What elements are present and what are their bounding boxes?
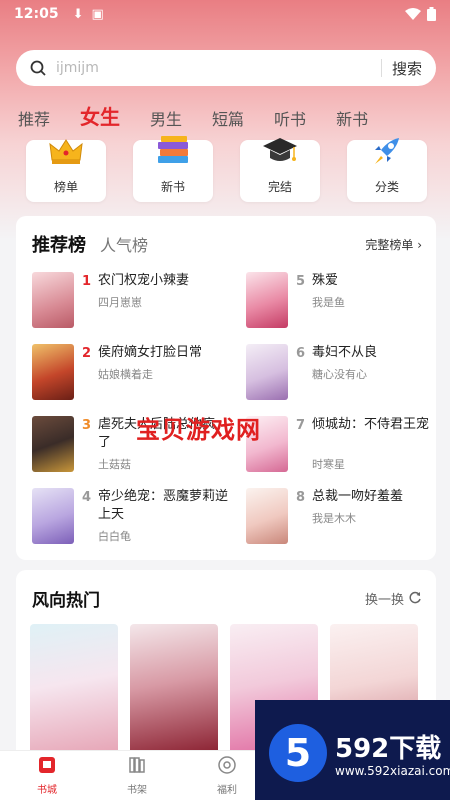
promo-url: www.592xiazai.com bbox=[335, 764, 450, 778]
category-completed[interactable]: 完结 bbox=[240, 138, 320, 202]
book-title: 帝少绝宠：恶魔萝莉逆上天 bbox=[98, 489, 229, 522]
rank-number: 7 bbox=[296, 418, 306, 433]
notification-icon: ▣ bbox=[91, 6, 104, 22]
book-title: 毒妇不从良 bbox=[312, 345, 378, 360]
category-label: 完结 bbox=[267, 180, 292, 194]
category-classify[interactable]: 分类 bbox=[347, 138, 427, 202]
book-author: 我是鱼 bbox=[312, 296, 345, 309]
refresh-button[interactable]: 换一换 bbox=[365, 589, 422, 608]
search-input[interactable]: ijmijm bbox=[56, 60, 381, 76]
book-author: 姑娘横着走 bbox=[98, 368, 153, 381]
tab-new[interactable]: 新书 bbox=[336, 106, 368, 130]
promo-logo: 5 bbox=[269, 724, 327, 782]
book-author: 时寒星 bbox=[312, 458, 345, 471]
category-label: 分类 bbox=[374, 180, 399, 194]
ranking-book[interactable]: 8 总裁一吻好羞羞 我是木木 bbox=[246, 488, 446, 544]
refresh-icon bbox=[409, 591, 421, 604]
rank-number: 6 bbox=[296, 346, 306, 361]
tab-short[interactable]: 短篇 bbox=[212, 106, 244, 130]
crown-icon bbox=[49, 139, 83, 164]
book-author: 土菇菇 bbox=[98, 458, 131, 471]
tab-audio[interactable]: 听书 bbox=[274, 106, 306, 130]
book-author: 糖心没有心 bbox=[312, 368, 367, 381]
rank-number: 2 bbox=[82, 346, 92, 361]
search-divider bbox=[380, 59, 382, 77]
nav-label: 书城 bbox=[37, 785, 57, 796]
trending-book-cover[interactable] bbox=[30, 624, 118, 754]
category-new-books[interactable]: 新书 bbox=[133, 136, 213, 202]
rank-number: 1 bbox=[82, 274, 92, 289]
book-cover bbox=[32, 416, 74, 472]
ranking-book[interactable]: 1 农门权宠小辣妻 四月崽崽 bbox=[32, 272, 232, 328]
book-author: 白白龟 bbox=[98, 530, 131, 543]
category-ranking[interactable]: 榜单 bbox=[26, 139, 106, 202]
book-cover bbox=[246, 488, 288, 544]
book-title: 总裁一吻好羞羞 bbox=[312, 489, 404, 504]
rank-number: 4 bbox=[82, 490, 92, 505]
book-title: 殊爱 bbox=[312, 273, 339, 288]
category-shortcuts: 榜单 新书 完结 分类 bbox=[0, 136, 450, 206]
graduation-cap-icon bbox=[263, 138, 297, 161]
ranking-book[interactable]: 4 帝少绝宠：恶魔萝莉逆上天 白白龟 bbox=[32, 488, 232, 544]
book-cover bbox=[246, 272, 288, 328]
ranking-book[interactable]: 6 毒妇不从良 糖心没有心 bbox=[246, 344, 446, 400]
nav-label: 福利 bbox=[217, 785, 237, 796]
books-stack-icon bbox=[158, 136, 188, 163]
download-icon: ⬇ bbox=[72, 6, 84, 22]
search-button[interactable]: 搜索 bbox=[392, 58, 422, 79]
refresh-label: 换一换 bbox=[364, 592, 404, 608]
watermark-text: 宝贝游戏网 bbox=[136, 416, 261, 444]
status-bar: 12:05 ⬇ ▣ bbox=[0, 0, 450, 28]
status-time: 12:05 bbox=[14, 6, 59, 22]
rank-number: 8 bbox=[296, 490, 306, 505]
category-label: 新书 bbox=[160, 180, 185, 194]
channel-tabs: 推荐 女生 男生 短篇 听书 新书 bbox=[0, 98, 450, 130]
trending-header: 风向热门 换一换 bbox=[32, 586, 422, 611]
battery-icon bbox=[427, 7, 436, 21]
category-label: 榜单 bbox=[53, 180, 78, 194]
ranking-book[interactable]: 7 倾城劫：不侍君王宠 时寒星 bbox=[246, 416, 446, 472]
rank-number: 5 bbox=[296, 274, 306, 289]
tab-recommend[interactable]: 推荐 bbox=[18, 106, 50, 130]
bookshelf-icon bbox=[129, 757, 145, 773]
wifi-icon bbox=[405, 8, 421, 20]
full-ranking-label: 完整榜单 bbox=[365, 237, 414, 252]
welfare-icon bbox=[218, 756, 236, 774]
book-title: 倾城劫：不侍君王宠 bbox=[312, 417, 430, 432]
nav-label: 书架 bbox=[127, 785, 147, 796]
nav-bookstore[interactable]: 书城 bbox=[17, 755, 77, 796]
tab-popular-rank[interactable]: 人气榜 bbox=[100, 232, 148, 256]
chevron-right-icon: › bbox=[417, 237, 422, 252]
rank-number: 3 bbox=[82, 418, 92, 433]
full-ranking-link[interactable]: 完整榜单 › bbox=[365, 236, 422, 253]
book-cover bbox=[246, 344, 288, 400]
nav-welfare[interactable]: 福利 bbox=[197, 755, 257, 796]
trending-book-cover[interactable] bbox=[130, 624, 218, 754]
search-bar[interactable]: ijmijm 搜索 bbox=[16, 50, 436, 86]
trending-title: 风向热门 bbox=[32, 590, 100, 611]
promo-brand: 592下载 bbox=[335, 734, 442, 764]
search-icon bbox=[30, 60, 46, 76]
book-author: 四月崽崽 bbox=[98, 296, 142, 309]
tab-recommend-rank[interactable]: 推荐榜 bbox=[32, 231, 86, 257]
book-cover bbox=[32, 488, 74, 544]
ranking-header: 推荐榜 人气榜 完整榜单 › bbox=[32, 232, 422, 256]
rocket-icon bbox=[375, 138, 399, 164]
promo-banner: 5 592下载 www.592xiazai.com bbox=[255, 700, 450, 800]
tab-female[interactable]: 女生 bbox=[80, 101, 120, 130]
tab-male[interactable]: 男生 bbox=[150, 106, 182, 130]
nav-bookshelf[interactable]: 书架 bbox=[107, 755, 167, 796]
ranking-book[interactable]: 2 侯府嫡女打脸日常 姑娘横着走 bbox=[32, 344, 232, 400]
ranking-card: 推荐榜 人气榜 完整榜单 › 1 农门权宠小辣妻 四月崽崽 2 侯府嫡女打脸日常… bbox=[16, 216, 436, 560]
book-title: 侯府嫡女打脸日常 bbox=[98, 345, 203, 360]
bookstore-icon bbox=[39, 757, 55, 773]
book-cover bbox=[32, 272, 74, 328]
book-cover bbox=[32, 344, 74, 400]
ranking-book[interactable]: 5 殊爱 我是鱼 bbox=[246, 272, 446, 328]
book-author: 我是木木 bbox=[312, 512, 356, 525]
book-title: 农门权宠小辣妻 bbox=[98, 273, 190, 288]
